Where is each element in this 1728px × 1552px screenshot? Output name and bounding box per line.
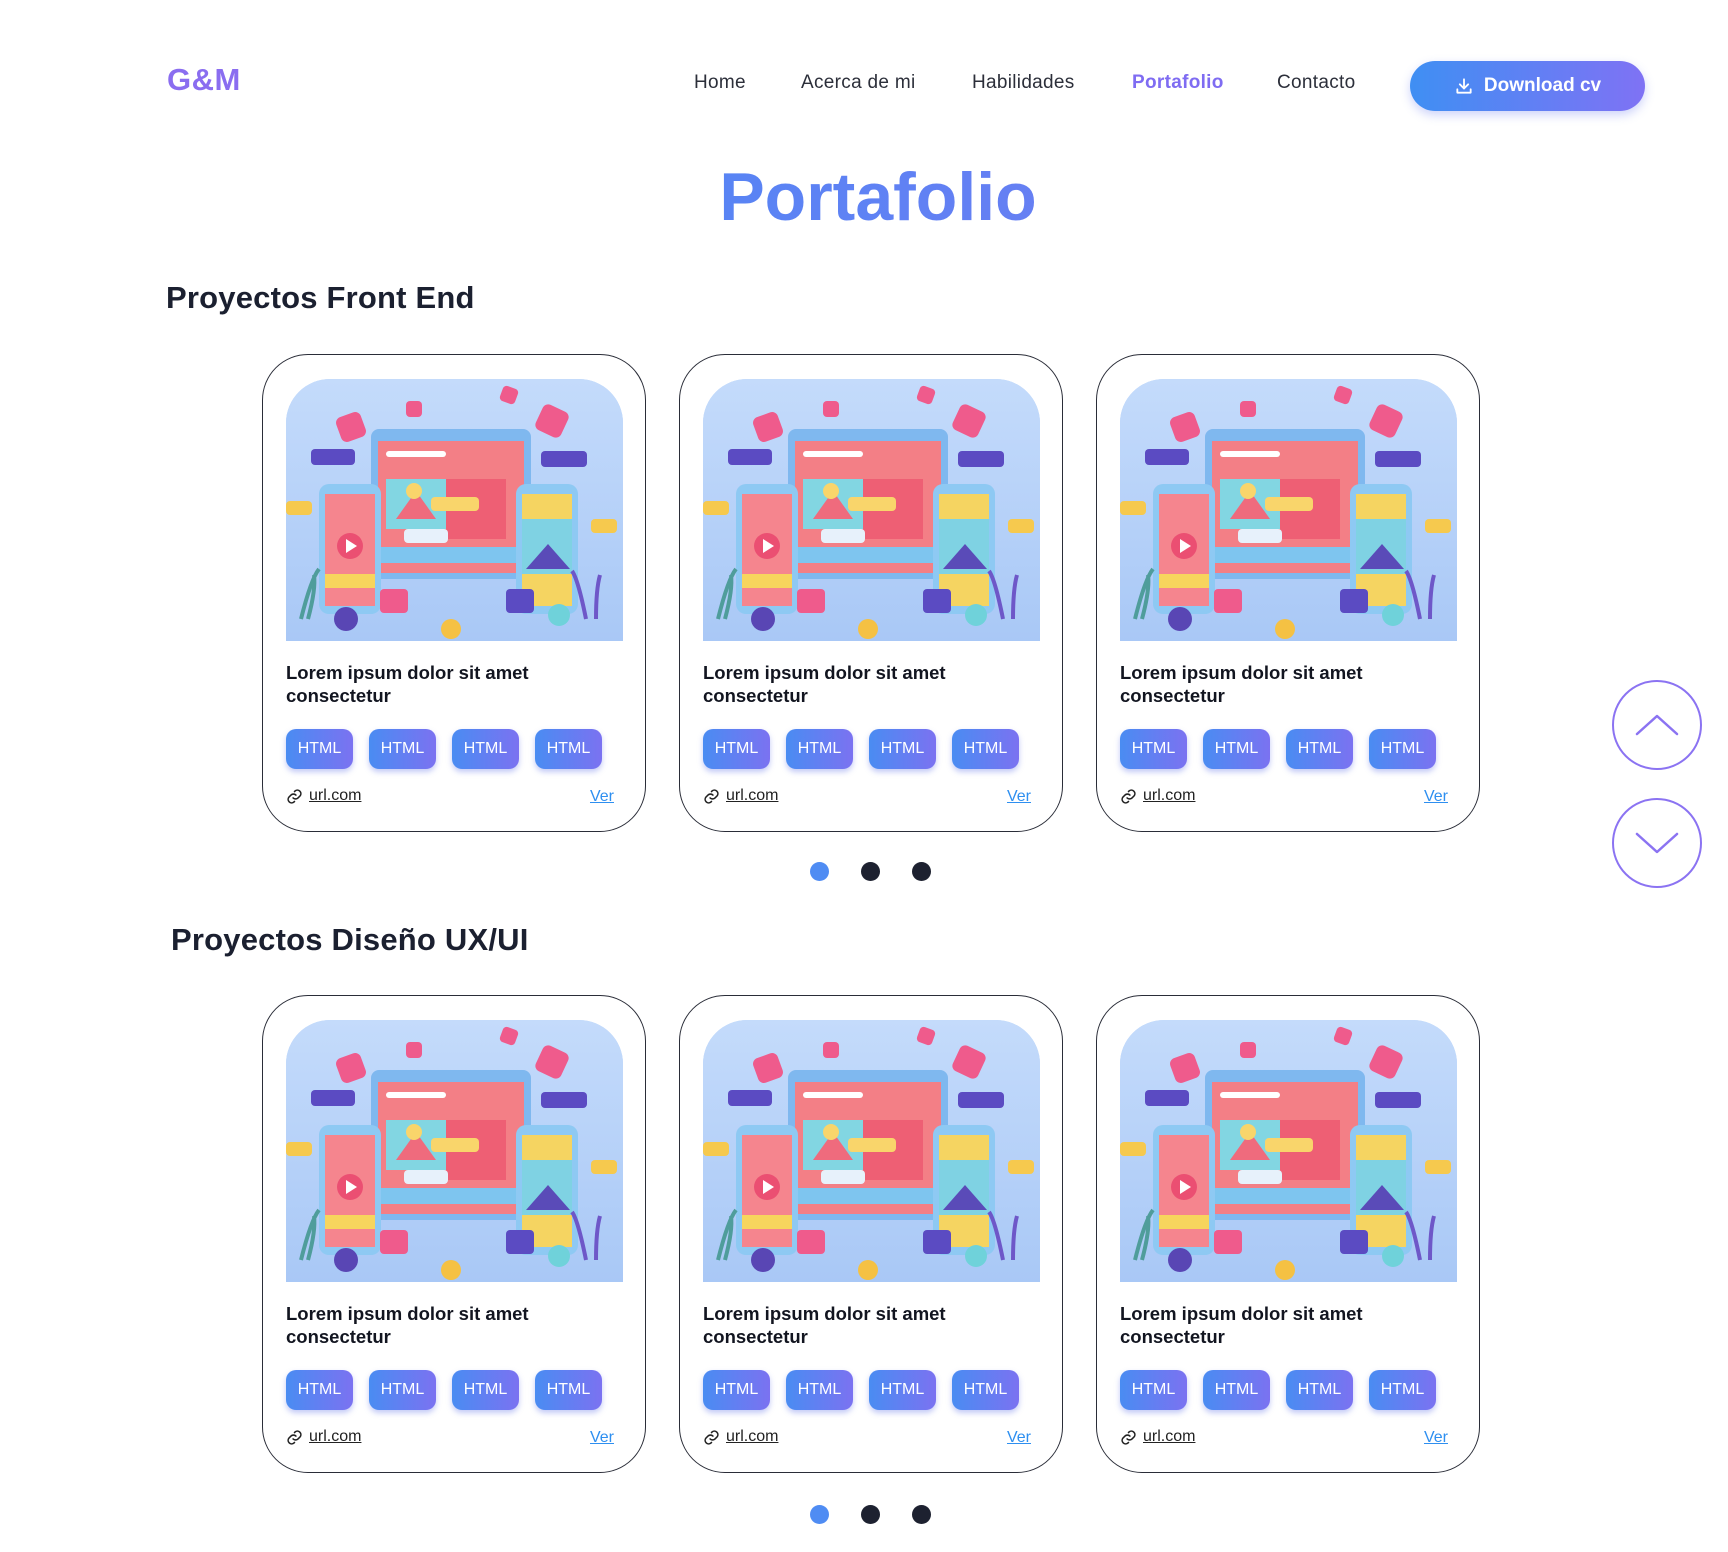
project-thumbnail xyxy=(1120,379,1457,641)
pagination-dot[interactable] xyxy=(810,862,829,881)
tech-tag: HTML xyxy=(452,729,519,769)
project-url-link[interactable]: url.com xyxy=(703,787,778,805)
tech-tag: HTML xyxy=(703,1370,770,1410)
front-end-pagination xyxy=(810,862,931,881)
tech-tag: HTML xyxy=(535,1370,602,1410)
view-project-link[interactable]: Ver xyxy=(1424,788,1448,806)
nav-home[interactable]: Home xyxy=(694,72,746,94)
tech-tag: HTML xyxy=(369,1370,436,1410)
project-card[interactable]: Lorem ipsum dolor sit amet consectetur H… xyxy=(679,354,1063,832)
tech-tag: HTML xyxy=(535,729,602,769)
nav-habilidades[interactable]: Habilidades xyxy=(972,72,1075,94)
tech-tag: HTML xyxy=(1369,729,1436,769)
nav-acerca-de-mi[interactable]: Acerca de mi xyxy=(801,72,915,94)
tech-tag: HTML xyxy=(786,729,853,769)
ux-ui-pagination xyxy=(810,1505,931,1524)
tech-tag: HTML xyxy=(869,1370,936,1410)
project-url-text: url.com xyxy=(1143,1428,1196,1445)
chevron-up-icon xyxy=(1635,714,1679,736)
link-icon xyxy=(704,788,719,804)
view-project-link[interactable]: Ver xyxy=(590,1429,614,1447)
project-url-text: url.com xyxy=(726,1428,779,1445)
page-title: Portafolio xyxy=(0,158,1728,236)
tech-tag: HTML xyxy=(1120,729,1187,769)
tech-tags: HTML HTML HTML HTML xyxy=(286,729,602,769)
pagination-dot[interactable] xyxy=(861,1505,880,1524)
scroll-down-button[interactable] xyxy=(1612,798,1702,888)
view-project-link[interactable]: Ver xyxy=(1007,788,1031,806)
scroll-up-button[interactable] xyxy=(1612,680,1702,770)
project-url-link[interactable]: url.com xyxy=(703,1428,778,1446)
chevron-down-icon xyxy=(1635,832,1679,854)
pagination-dot[interactable] xyxy=(861,862,880,881)
project-card[interactable]: Lorem ipsum dolor sit amet consectetur H… xyxy=(1096,995,1480,1473)
section-title-front-end: Proyectos Front End xyxy=(166,280,475,315)
project-url-text: url.com xyxy=(309,787,362,804)
tech-tag: HTML xyxy=(1286,729,1353,769)
tech-tag: HTML xyxy=(369,729,436,769)
tech-tag: HTML xyxy=(703,729,770,769)
project-title: Lorem ipsum dolor sit amet consectetur xyxy=(703,662,946,706)
project-thumbnail xyxy=(703,379,1040,641)
project-title: Lorem ipsum dolor sit amet consectetur xyxy=(703,1303,946,1347)
project-thumbnail xyxy=(286,379,623,641)
tech-tag: HTML xyxy=(786,1370,853,1410)
tech-tag: HTML xyxy=(1120,1370,1187,1410)
tech-tags: HTML HTML HTML HTML xyxy=(703,1370,1019,1410)
tech-tags: HTML HTML HTML HTML xyxy=(286,1370,602,1410)
nav-portafolio[interactable]: Portafolio xyxy=(1132,72,1224,94)
project-card[interactable]: Lorem ipsum dolor sit amet consectetur H… xyxy=(1096,354,1480,832)
link-icon xyxy=(287,1429,302,1445)
download-icon xyxy=(1456,78,1472,94)
tech-tag: HTML xyxy=(1286,1370,1353,1410)
tech-tag: HTML xyxy=(1369,1370,1436,1410)
link-icon xyxy=(1121,1429,1136,1445)
tech-tag: HTML xyxy=(952,729,1019,769)
link-icon xyxy=(287,788,302,804)
project-url-text: url.com xyxy=(1143,787,1196,804)
nav-contacto[interactable]: Contacto xyxy=(1277,72,1355,94)
view-project-link[interactable]: Ver xyxy=(590,788,614,806)
project-title: Lorem ipsum dolor sit amet consectetur xyxy=(286,1303,529,1347)
pagination-dot[interactable] xyxy=(912,1505,931,1524)
tech-tags: HTML HTML HTML HTML xyxy=(1120,1370,1436,1410)
logo[interactable]: G&M xyxy=(167,62,241,98)
tech-tag: HTML xyxy=(869,729,936,769)
tech-tags: HTML HTML HTML HTML xyxy=(1120,729,1436,769)
tech-tag: HTML xyxy=(1203,1370,1270,1410)
tech-tag: HTML xyxy=(286,1370,353,1410)
link-icon xyxy=(704,1429,719,1445)
section-title-ux-ui: Proyectos Diseño UX/UI xyxy=(171,922,529,957)
view-project-link[interactable]: Ver xyxy=(1007,1429,1031,1447)
project-thumbnail xyxy=(286,1020,623,1282)
project-url-text: url.com xyxy=(309,1428,362,1445)
project-url-link[interactable]: url.com xyxy=(1120,1428,1195,1446)
project-title: Lorem ipsum dolor sit amet consectetur xyxy=(1120,662,1363,706)
project-url-link[interactable]: url.com xyxy=(286,1428,361,1446)
project-title: Lorem ipsum dolor sit amet consectetur xyxy=(1120,1303,1363,1347)
project-url-link[interactable]: url.com xyxy=(286,787,361,805)
tech-tags: HTML HTML HTML HTML xyxy=(703,729,1019,769)
download-cv-button[interactable]: Download cv xyxy=(1410,61,1645,111)
project-card[interactable]: Lorem ipsum dolor sit amet consectetur H… xyxy=(262,354,646,832)
tech-tag: HTML xyxy=(452,1370,519,1410)
project-card[interactable]: Lorem ipsum dolor sit amet consectetur H… xyxy=(679,995,1063,1473)
tech-tag: HTML xyxy=(1203,729,1270,769)
tech-tag: HTML xyxy=(286,729,353,769)
download-cv-label: Download cv xyxy=(1483,75,1602,96)
project-thumbnail xyxy=(703,1020,1040,1282)
project-url-link[interactable]: url.com xyxy=(1120,787,1195,805)
project-url-text: url.com xyxy=(726,787,779,804)
project-title: Lorem ipsum dolor sit amet consectetur xyxy=(286,662,529,706)
project-card[interactable]: Lorem ipsum dolor sit amet consectetur H… xyxy=(262,995,646,1473)
pagination-dot[interactable] xyxy=(810,1505,829,1524)
link-icon xyxy=(1121,788,1136,804)
pagination-dot[interactable] xyxy=(912,862,931,881)
tech-tag: HTML xyxy=(952,1370,1019,1410)
project-thumbnail xyxy=(1120,1020,1457,1282)
view-project-link[interactable]: Ver xyxy=(1424,1429,1448,1447)
